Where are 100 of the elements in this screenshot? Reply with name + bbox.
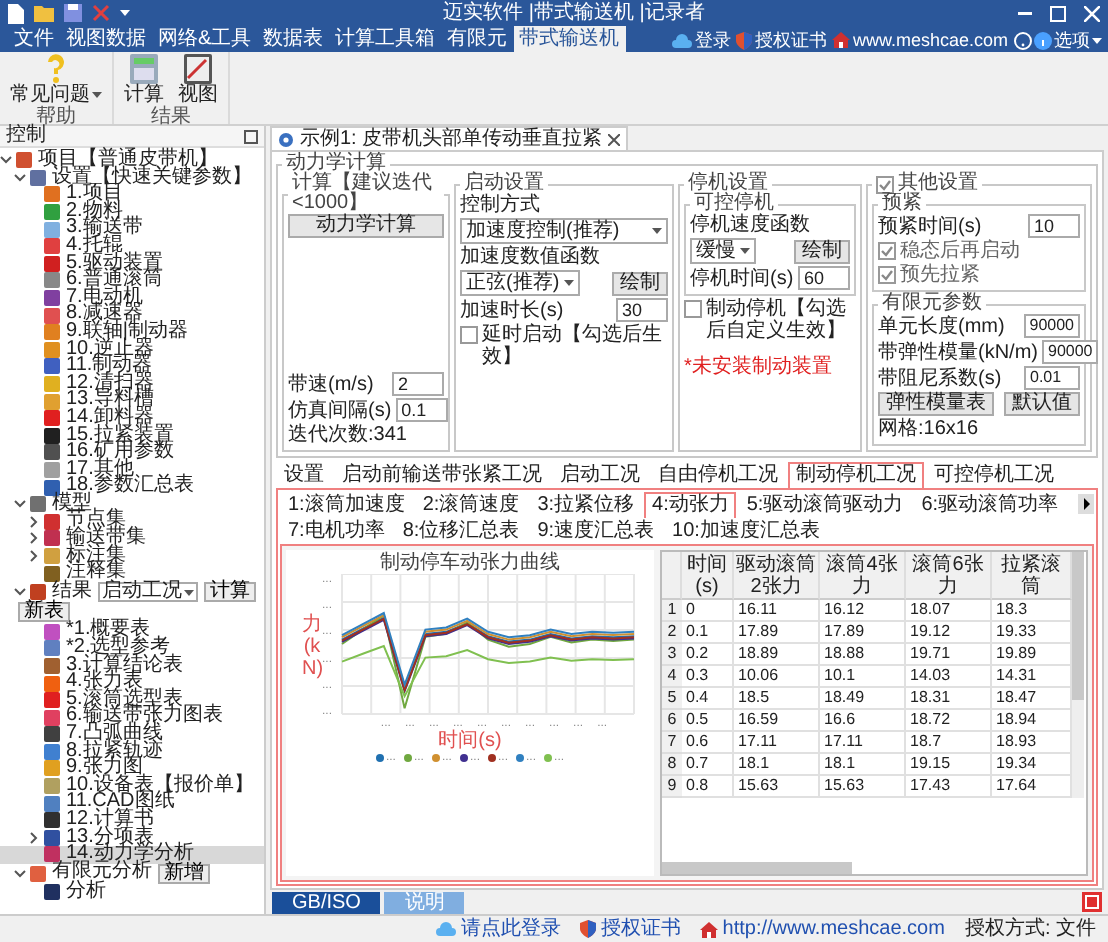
input-field[interactable]: 90000: [1042, 340, 1099, 364]
ribbon-tab[interactable]: 计算工具箱: [329, 26, 442, 52]
view-button[interactable]: 视图: [174, 54, 222, 106]
tree-item[interactable]: 3.计算结论表: [0, 657, 264, 675]
tab[interactable]: 3:拉紧位移: [529, 492, 643, 518]
input-field[interactable]: 0.01: [1024, 366, 1080, 390]
checkbox[interactable]: [876, 176, 894, 194]
tab[interactable]: 7:电机功率: [280, 518, 393, 544]
new-file-icon[interactable]: [8, 3, 24, 23]
login-link[interactable]: 登录: [672, 28, 731, 52]
tree-item[interactable]: 8.拉紧轨迹: [0, 743, 264, 761]
input-field[interactable]: 2: [392, 372, 444, 396]
input-field[interactable]: 60: [798, 266, 850, 290]
tab[interactable]: 启动前输送带张紧工况: [334, 462, 550, 488]
tab[interactable]: 10:加速度汇总表: [664, 518, 828, 544]
caret-icon[interactable]: [120, 10, 130, 16]
checkbox[interactable]: [878, 266, 896, 284]
standard-tab[interactable]: GB/ISO: [272, 891, 381, 913]
input-field[interactable]: 10: [1028, 214, 1080, 238]
chevron-icon[interactable]: [28, 549, 40, 562]
calculate-button[interactable]: 动力学计算: [288, 214, 444, 238]
pin-icon[interactable]: [244, 129, 258, 143]
login-link[interactable]: 请点此登录: [436, 918, 561, 940]
calc-button[interactable]: 计算: [120, 54, 168, 106]
tree-item[interactable]: 5.驱动装置: [0, 255, 264, 273]
ribbon-tab[interactable]: 视图数据: [60, 26, 152, 52]
info-icon[interactable]: [1034, 31, 1052, 49]
chevron-icon[interactable]: [28, 831, 40, 844]
license-link[interactable]: 授权证书: [580, 918, 681, 940]
tree-item[interactable]: 11.制动器: [0, 358, 264, 376]
tree-item[interactable]: 12.清扫器: [0, 375, 264, 393]
ribbon-tab[interactable]: 有限元: [441, 26, 514, 52]
maximize-icon[interactable]: [1050, 5, 1066, 21]
ribbon-tab[interactable]: 网络&工具: [152, 26, 258, 52]
options-link[interactable]: 选项: [1014, 28, 1102, 52]
scrollbar[interactable]: [662, 862, 853, 874]
ribbon-tab[interactable]: 数据表: [257, 26, 330, 52]
tab[interactable]: 启动工况: [552, 462, 648, 488]
dropdown[interactable]: 加速度控制(推荐): [460, 218, 668, 244]
fem-button[interactable]: 默认值: [1004, 392, 1080, 416]
table-cell: 0.3: [682, 666, 734, 688]
tree-item[interactable]: 注释集: [0, 564, 264, 582]
chevron-icon[interactable]: [28, 532, 40, 545]
scrollbar[interactable]: [1072, 552, 1084, 700]
document-tab[interactable]: 示例1: 皮带机头部单传动垂直拉紧: [270, 126, 629, 150]
close-icon[interactable]: [608, 133, 621, 145]
chevron-icon[interactable]: [14, 498, 26, 511]
tree-item[interactable]: 标注集: [0, 547, 264, 565]
chevron-icon[interactable]: [14, 586, 26, 599]
tree-action-button[interactable]: 新增: [158, 863, 210, 884]
chevron-icon[interactable]: [28, 515, 40, 528]
tab[interactable]: 9:速度汇总表: [529, 518, 663, 544]
license-link[interactable]: 授权证书: [736, 28, 827, 52]
case-dropdown[interactable]: 启动工况: [98, 581, 198, 603]
input-field[interactable]: 0.1: [395, 398, 448, 422]
tree-action-button[interactable]: 新表: [18, 602, 70, 623]
tab[interactable]: 设置: [276, 462, 332, 488]
field-label: 仿真间隔(s): [288, 399, 392, 421]
dropdown[interactable]: 正弦(推荐): [460, 270, 580, 296]
minimize-icon[interactable]: [1018, 11, 1032, 15]
checkbox[interactable]: [460, 326, 478, 344]
help-button[interactable]: 常见问题: [6, 54, 106, 106]
row-number: 1: [662, 600, 682, 622]
draw-button[interactable]: 绘制: [612, 271, 668, 295]
calculator-icon: [130, 54, 158, 84]
input-field[interactable]: 90000: [1023, 314, 1080, 338]
tab[interactable]: 4:动张力: [644, 492, 737, 518]
tab[interactable]: 2:滚筒速度: [414, 492, 528, 518]
checkbox[interactable]: [878, 242, 896, 260]
dropdown[interactable]: 缓慢: [690, 238, 756, 264]
web-link[interactable]: www.meshcae.com: [832, 28, 1008, 52]
tab[interactable]: 6:驱动滚筒功率: [913, 492, 1067, 518]
chevron-icon[interactable]: [14, 171, 26, 184]
chevron-icon[interactable]: [14, 867, 26, 880]
chevron-icon[interactable]: [0, 154, 12, 167]
tab[interactable]: 1:滚筒加速度: [280, 492, 413, 518]
tree-item[interactable]: 16.矿用参数: [0, 444, 264, 462]
fem-button[interactable]: 弹性模量表: [878, 392, 994, 416]
tree-item[interactable]: 13.导料槽: [0, 392, 264, 410]
tab[interactable]: 制动停机工况: [788, 462, 924, 488]
tree-item[interactable]: 9.联轴|制动器: [0, 323, 264, 342]
table-cell: 0.1: [682, 622, 734, 644]
tab[interactable]: 5:驱动滚筒驱动力: [738, 492, 912, 518]
tree-action-button[interactable]: 计算: [204, 582, 256, 603]
save-icon[interactable]: [64, 4, 82, 22]
web-link[interactable]: http://www.meshcae.com: [700, 918, 945, 940]
folder-icon[interactable]: [34, 5, 54, 21]
tab[interactable]: 自由停机工况: [650, 462, 786, 488]
checkbox[interactable]: [684, 300, 702, 318]
tree-item[interactable]: 分析: [0, 883, 264, 901]
scroll-right-icon[interactable]: [1078, 494, 1094, 514]
tree-item[interactable]: 12.计算书: [0, 811, 264, 830]
input-field[interactable]: 30: [616, 298, 668, 322]
tab[interactable]: 可控停机工况: [926, 462, 1062, 488]
draw-button[interactable]: 绘制: [794, 239, 850, 263]
tree-item[interactable]: 15.拉紧装置: [0, 427, 264, 445]
tab[interactable]: 8:位移汇总表: [394, 518, 528, 544]
tree-item[interactable]: 7.电动机: [0, 289, 264, 307]
ribbon-tab[interactable]: 带式输送机: [513, 26, 626, 52]
ribbon-tab[interactable]: 文件: [8, 26, 60, 52]
